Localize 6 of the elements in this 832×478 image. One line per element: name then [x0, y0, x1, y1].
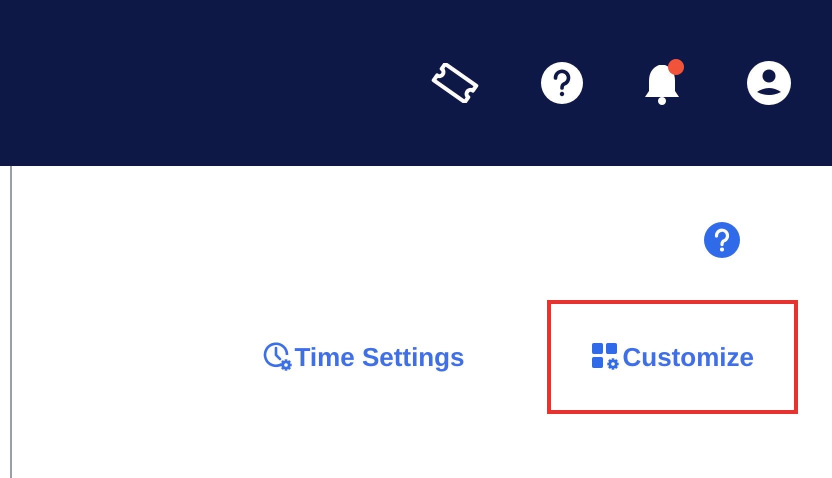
time-settings-button[interactable]: Time Settings: [218, 300, 509, 414]
clock-gear-icon: [262, 342, 293, 372]
customize-button[interactable]: Customize: [546, 300, 798, 414]
help-icon[interactable]: [540, 61, 584, 105]
grid-gear-icon: [590, 342, 621, 372]
user-avatar-icon[interactable]: [746, 60, 792, 106]
